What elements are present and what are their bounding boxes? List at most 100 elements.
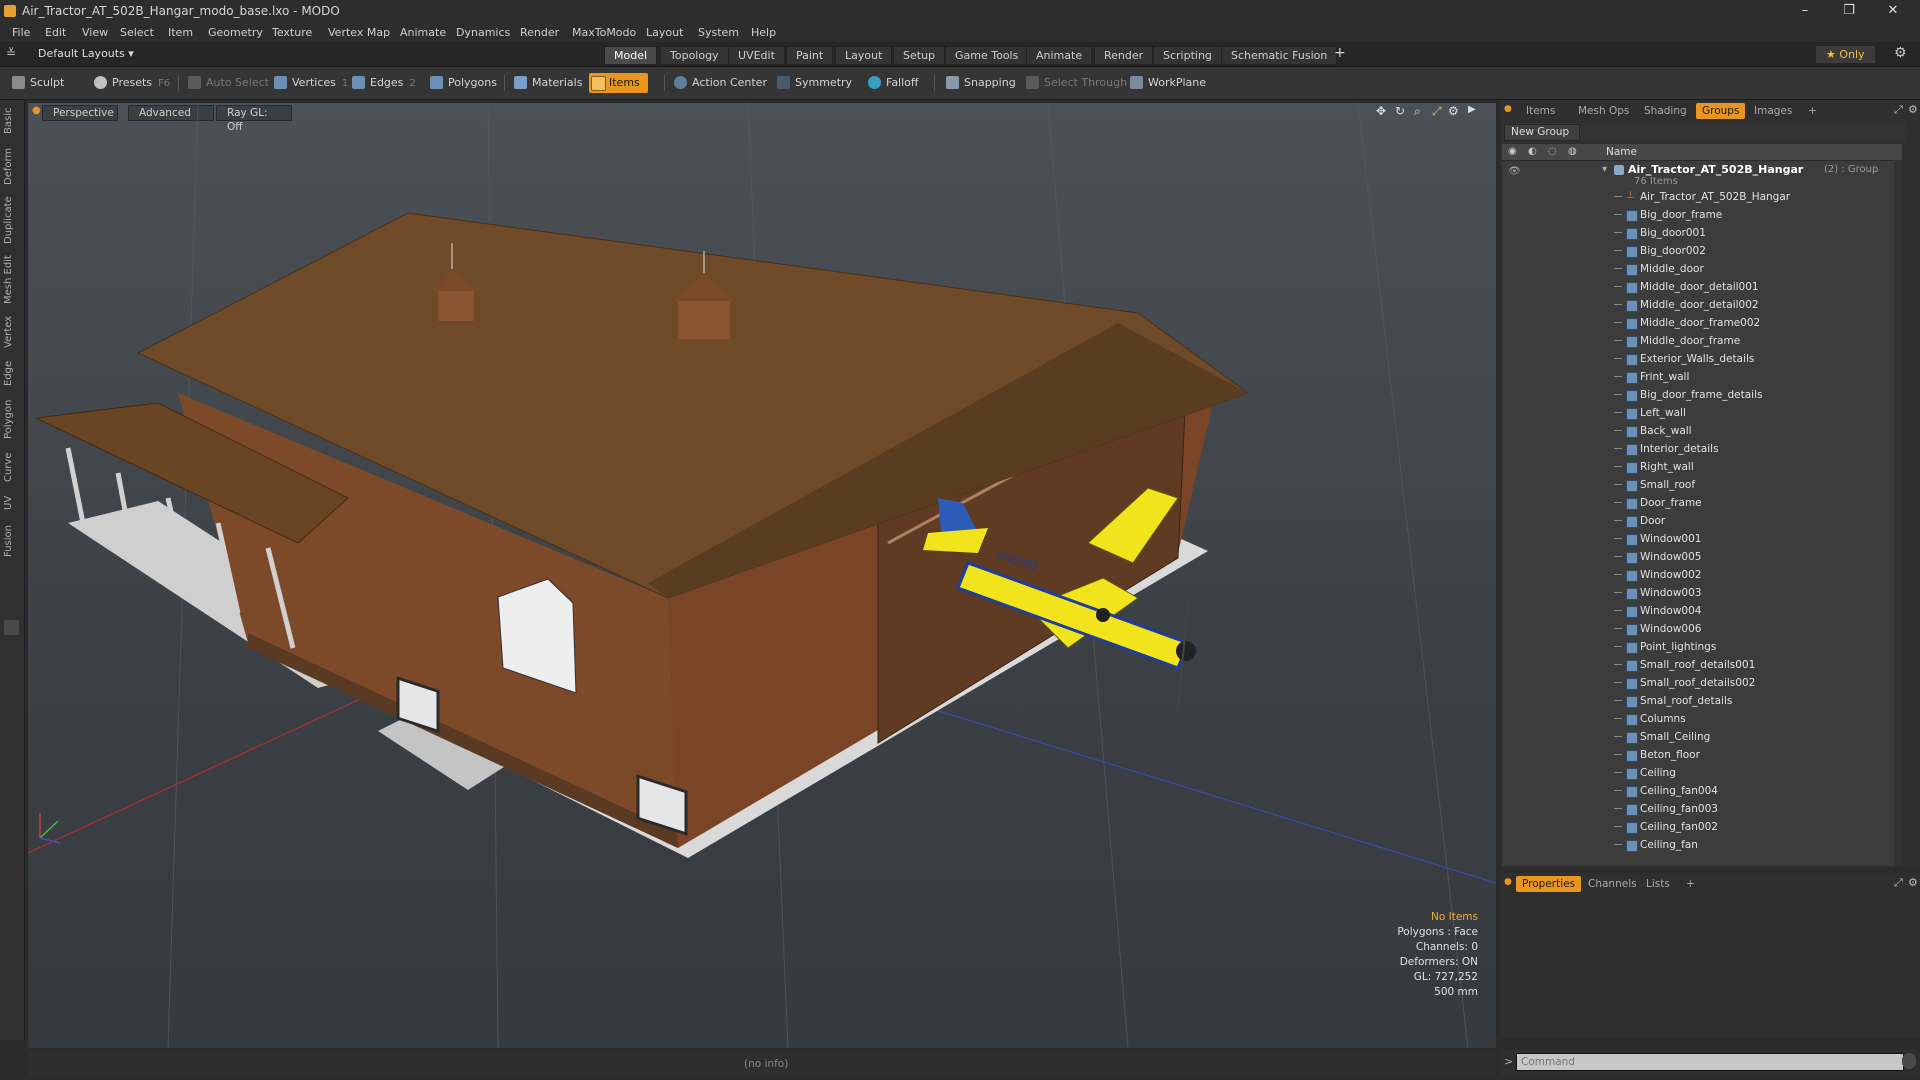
list-item[interactable]: Ceiling bbox=[1502, 764, 1902, 782]
panel-toggle-button[interactable] bbox=[4, 620, 19, 635]
list-item[interactable]: Ceiling_fan004 bbox=[1502, 782, 1902, 800]
only-toggle[interactable]: ★ Only bbox=[1816, 46, 1875, 63]
presets-button[interactable]: Presets F6 bbox=[92, 73, 170, 93]
menu-layout[interactable]: Layout bbox=[646, 26, 683, 39]
list-item[interactable]: Ceiling_fan003 bbox=[1502, 800, 1902, 818]
vtab-polygon[interactable]: Polygon bbox=[3, 396, 21, 442]
list-item[interactable]: Small_roof bbox=[1502, 476, 1902, 494]
tab-schematic-fusion[interactable]: Schematic Fusion bbox=[1221, 46, 1338, 65]
sculpt-button[interactable]: Sculpt bbox=[10, 73, 64, 93]
tab-game-tools[interactable]: Game Tools bbox=[945, 46, 1029, 65]
menu-view[interactable]: View bbox=[82, 26, 108, 39]
tab-uvedit[interactable]: UVEdit bbox=[728, 46, 785, 65]
render-column-icon[interactable]: ◐ bbox=[1528, 146, 1537, 157]
menu-edit[interactable]: Edit bbox=[45, 26, 66, 39]
tab-mesh-ops[interactable]: Mesh Ops bbox=[1572, 103, 1635, 119]
list-item[interactable]: Small_roof_details002 bbox=[1502, 674, 1902, 692]
add-properties-tab[interactable]: + bbox=[1680, 876, 1701, 892]
layouts-dropdown[interactable]: Default Layouts ▾ bbox=[38, 47, 134, 60]
menu-system[interactable]: System bbox=[698, 26, 739, 39]
collapse-arrow-icon[interactable]: ▾ bbox=[1602, 164, 1607, 175]
tab-scripting[interactable]: Scripting bbox=[1153, 46, 1222, 65]
materials-button[interactable]: Materials bbox=[512, 73, 582, 93]
tab-animate[interactable]: Animate bbox=[1026, 46, 1093, 65]
tab-items[interactable]: Items bbox=[1520, 103, 1561, 119]
vertices-button[interactable]: Vertices 1 bbox=[272, 73, 348, 93]
list-item[interactable]: Middle_door_detail002 bbox=[1502, 296, 1902, 314]
command-history-button[interactable] bbox=[1902, 1053, 1916, 1069]
menu-file[interactable]: File bbox=[12, 26, 30, 39]
menu-help[interactable]: Help bbox=[751, 26, 776, 39]
properties-expand-icon[interactable]: ⤢ bbox=[1894, 876, 1903, 890]
tab-setup[interactable]: Setup bbox=[893, 46, 946, 65]
tab-topology[interactable]: Topology bbox=[660, 46, 729, 65]
tab-groups[interactable]: Groups bbox=[1696, 103, 1746, 119]
list-item[interactable]: Columns bbox=[1502, 710, 1902, 728]
vtab-duplicate[interactable]: Duplicate bbox=[3, 194, 21, 246]
list-item[interactable]: Window003 bbox=[1502, 584, 1902, 602]
list-item[interactable]: Middle_door_detail001 bbox=[1502, 278, 1902, 296]
vtab-deform[interactable]: Deform bbox=[3, 146, 21, 186]
panel-menu-icon[interactable]: ● bbox=[1504, 104, 1512, 114]
vtab-fusion[interactable]: Fusion bbox=[3, 522, 21, 560]
menu-animate[interactable]: Animate bbox=[400, 26, 446, 39]
3d-viewport[interactable]: ● Perspective Advanced Ray GL: Off ✥ ↻ ⌕… bbox=[28, 103, 1496, 1048]
polygons-button[interactable]: Polygons bbox=[428, 73, 497, 93]
tab-layout[interactable]: Layout bbox=[835, 46, 893, 65]
falloff-button[interactable]: Falloff bbox=[866, 73, 918, 93]
menu-maxtomodo[interactable]: MaxToModo bbox=[572, 26, 636, 39]
vtab-edge[interactable]: Edge bbox=[3, 358, 21, 388]
list-item[interactable]: Smal_roof_details bbox=[1502, 692, 1902, 710]
vtab-curve[interactable]: Curve bbox=[3, 450, 21, 484]
close-button[interactable]: ✕ bbox=[1871, 0, 1915, 22]
maximize-button[interactable]: ❐ bbox=[1827, 0, 1871, 22]
list-item[interactable]: Ceiling_fan bbox=[1502, 836, 1902, 854]
list-item[interactable]: Small_Ceiling bbox=[1502, 728, 1902, 746]
list-item[interactable]: Door_frame bbox=[1502, 494, 1902, 512]
menu-texture[interactable]: Texture bbox=[272, 26, 312, 39]
vtab-uv[interactable]: UV bbox=[3, 492, 21, 514]
action-center-button[interactable]: Action Center bbox=[672, 73, 767, 93]
tab-properties[interactable]: Properties bbox=[1516, 876, 1582, 892]
select-through-button[interactable]: Select Through bbox=[1024, 73, 1127, 93]
tab-shading[interactable]: Shading bbox=[1638, 103, 1693, 119]
visibility-column-icon[interactable]: ◉ bbox=[1508, 146, 1517, 157]
vtab-mesh-edit[interactable]: Mesh Edit bbox=[3, 254, 21, 306]
minimize-button[interactable]: – bbox=[1783, 0, 1827, 22]
vtab-vertex[interactable]: Vertex bbox=[3, 314, 21, 350]
menu-render[interactable]: Render bbox=[520, 26, 559, 39]
list-item[interactable]: Window006 bbox=[1502, 620, 1902, 638]
list-item[interactable]: ⊥ Air_Tractor_AT_502B_Hangar bbox=[1502, 188, 1902, 206]
add-tab-button[interactable]: + bbox=[1334, 45, 1346, 61]
list-item[interactable]: Window001 bbox=[1502, 530, 1902, 548]
scene-render[interactable]: N45002 bbox=[28, 103, 1496, 1048]
list-item[interactable]: Beton_floor bbox=[1502, 746, 1902, 764]
list-item[interactable]: Frint_wall bbox=[1502, 368, 1902, 386]
workplane-button[interactable]: WorkPlane bbox=[1128, 73, 1206, 93]
tab-paint[interactable]: Paint bbox=[786, 46, 834, 65]
panel-gear-icon[interactable]: ⚙ bbox=[1908, 103, 1918, 116]
tab-model[interactable]: Model bbox=[604, 46, 658, 65]
snapping-button[interactable]: Snapping bbox=[944, 73, 1016, 93]
gear-icon[interactable]: ⚙ bbox=[1894, 45, 1907, 61]
list-item[interactable]: Interior_details bbox=[1502, 440, 1902, 458]
properties-menu-icon[interactable]: ● bbox=[1504, 877, 1512, 887]
list-item[interactable]: Left_wall bbox=[1502, 404, 1902, 422]
list-item[interactable]: Big_door002 bbox=[1502, 242, 1902, 260]
add-panel-tab[interactable]: + bbox=[1802, 103, 1823, 119]
tab-images[interactable]: Images bbox=[1748, 103, 1798, 119]
eye-icon[interactable]: 👁 bbox=[1508, 166, 1521, 177]
lock-column-icon[interactable]: ◌ bbox=[1548, 146, 1557, 157]
list-item[interactable]: Window004 bbox=[1502, 602, 1902, 620]
group-row[interactable]: 👁 ▾ Air_Tractor_AT_502B_Hangar (2) : Gro… bbox=[1502, 162, 1902, 188]
tab-lists[interactable]: Lists bbox=[1640, 876, 1676, 892]
tree-scrollbar[interactable] bbox=[1894, 160, 1902, 866]
list-item[interactable]: Big_door_frame bbox=[1502, 206, 1902, 224]
menu-item[interactable]: Item bbox=[168, 26, 193, 39]
list-item[interactable]: Exterior_Walls_details bbox=[1502, 350, 1902, 368]
list-item[interactable]: Big_door001 bbox=[1502, 224, 1902, 242]
select-column-icon[interactable]: ◍ bbox=[1568, 146, 1577, 157]
list-item[interactable]: Middle_door bbox=[1502, 260, 1902, 278]
menu-vertex-map[interactable]: Vertex Map bbox=[328, 26, 390, 39]
list-item[interactable]: Point_lightings bbox=[1502, 638, 1902, 656]
